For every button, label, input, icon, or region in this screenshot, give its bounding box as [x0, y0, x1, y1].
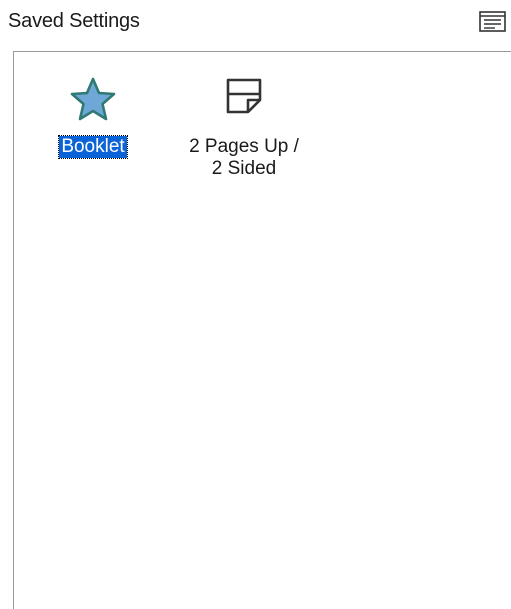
- panel-header: Saved Settings: [0, 0, 511, 46]
- saved-settings-list[interactable]: Booklet 2 Pages Up / 2 Sided: [13, 51, 511, 609]
- saved-setting-2-pages-up-2-sided[interactable]: 2 Pages Up / 2 Sided: [170, 76, 318, 180]
- label-line-2: 2 Sided: [211, 158, 277, 179]
- saved-setting-booklet[interactable]: Booklet: [50, 76, 136, 159]
- view-options-button[interactable]: [478, 10, 508, 34]
- saved-setting-label: 2 Pages Up / 2 Sided: [189, 136, 299, 180]
- star-icon: [69, 76, 117, 122]
- page-icon: [224, 76, 264, 122]
- view-options-icon: [479, 11, 506, 32]
- label-line-1: 2 Pages Up /: [189, 136, 299, 157]
- saved-settings-panel: Saved Settings Booklet 2 Pages Up / 2 Si…: [0, 0, 511, 609]
- saved-setting-label: Booklet: [58, 135, 128, 159]
- panel-title: Saved Settings: [8, 10, 140, 32]
